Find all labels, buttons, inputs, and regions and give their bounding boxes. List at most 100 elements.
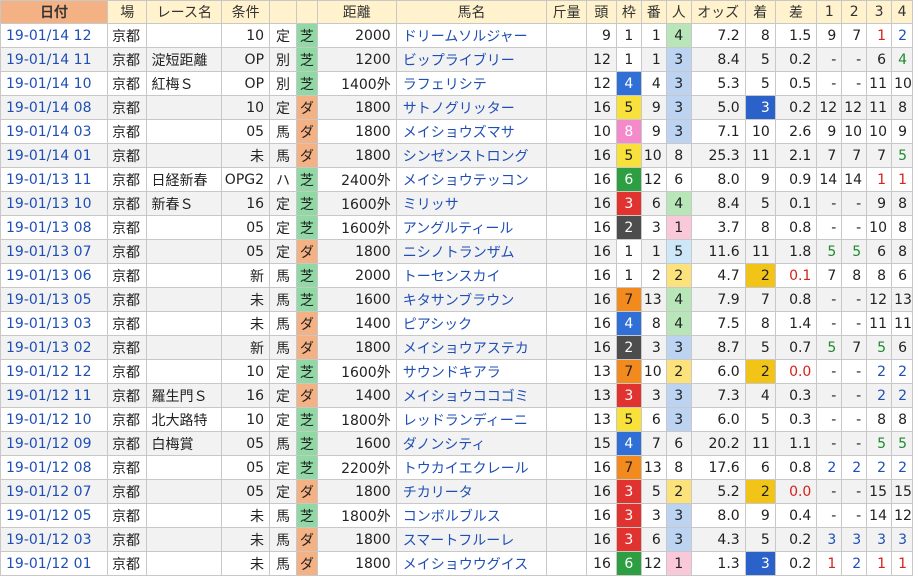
cell-diff: 0.2	[774, 47, 818, 72]
cell-race-name	[146, 287, 223, 312]
header-c1[interactable]: 1	[816, 0, 843, 24]
header-waku[interactable]: 枠	[615, 0, 642, 24]
cell-number: 1	[640, 47, 667, 72]
cell-date[interactable]: 19-01/13 10	[0, 191, 108, 216]
cell-finish: 5	[744, 527, 776, 552]
cell-horse-name[interactable]: シンゼンストロング	[395, 143, 548, 168]
cell-date[interactable]: 19-01/12 08	[0, 455, 108, 480]
cell-finish: 11	[744, 431, 776, 456]
cell-weight	[546, 143, 587, 168]
cell-heads: 16	[585, 215, 617, 240]
cell-number: 12	[640, 167, 667, 192]
header-race[interactable]: レース名	[146, 0, 223, 24]
cell-number: 3	[640, 383, 667, 408]
cell-horse-name[interactable]: トウカイエクレール	[395, 455, 548, 480]
header-kinryo[interactable]: 斤量	[546, 0, 587, 24]
cell-date[interactable]: 19-01/12 01	[0, 551, 108, 576]
header-diff[interactable]: 差	[774, 0, 818, 24]
cell-date[interactable]: 19-01/13 06	[0, 263, 108, 288]
cell-date[interactable]: 19-01/14 12	[0, 23, 108, 48]
cell-horse-name[interactable]: サウンドキアラ	[395, 359, 548, 384]
cell-condition: 未	[221, 503, 271, 528]
cell-corner-1: -	[816, 383, 843, 408]
cell-date[interactable]: 19-01/13 02	[0, 335, 108, 360]
cell-horse-name[interactable]: アングルティール	[395, 215, 548, 240]
cell-weight	[546, 479, 587, 504]
cell-date[interactable]: 19-01/12 03	[0, 527, 108, 552]
header-horse[interactable]: 馬名	[395, 0, 548, 24]
cell-horse-name[interactable]: ピアシック	[395, 311, 548, 336]
cell-date[interactable]: 19-01/12 07	[0, 479, 108, 504]
cell-date[interactable]: 19-01/13 08	[0, 215, 108, 240]
cell-odds: 25.3	[690, 143, 746, 168]
cell-date[interactable]: 19-01/13 11	[0, 167, 108, 192]
cell-corner-4: 6	[891, 335, 913, 360]
header-finish[interactable]: 着	[744, 0, 776, 24]
header-ban[interactable]: 番	[640, 0, 667, 24]
cell-horse-name[interactable]: ドリームソルジャー	[395, 23, 548, 48]
cell-horse-name[interactable]: レッドランディーニ	[395, 407, 548, 432]
cell-date[interactable]: 19-01/14 08	[0, 95, 108, 120]
cell-heads: 16	[585, 503, 617, 528]
cell-horse-name[interactable]: サトノグリッター	[395, 95, 548, 120]
header-c3[interactable]: 3	[866, 0, 893, 24]
cell-popularity: 5	[665, 239, 692, 264]
cell-distance: 2000	[316, 23, 397, 48]
cell-heads: 16	[585, 479, 617, 504]
header-c2[interactable]: 2	[841, 0, 868, 24]
cell-horse-name[interactable]: キタサンブラウン	[395, 287, 548, 312]
cell-date[interactable]: 19-01/13 05	[0, 287, 108, 312]
cell-weight	[546, 263, 587, 288]
cell-venue: 京都	[106, 215, 148, 240]
cell-horse-name[interactable]: メイショウアステカ	[395, 335, 548, 360]
cell-corner-2: -	[841, 407, 868, 432]
cell-race-type: 定	[269, 239, 298, 264]
cell-popularity: 3	[665, 95, 692, 120]
cell-horse-name[interactable]: トーセンスカイ	[395, 263, 548, 288]
cell-venue: 京都	[106, 95, 148, 120]
cell-date[interactable]: 19-01/13 07	[0, 239, 108, 264]
cell-corner-3: 1	[866, 167, 893, 192]
cell-date[interactable]: 19-01/12 10	[0, 407, 108, 432]
cell-horse-name[interactable]: ダノンシティ	[395, 431, 548, 456]
header-date[interactable]: 日付	[0, 0, 108, 24]
cell-heads: 16	[585, 551, 617, 576]
cell-horse-name[interactable]: ミリッサ	[395, 191, 548, 216]
cell-date[interactable]: 19-01/14 01	[0, 143, 108, 168]
cell-venue: 京都	[106, 431, 148, 456]
cell-finish: 6	[744, 455, 776, 480]
cell-horse-name[interactable]: ラフェリシテ	[395, 71, 548, 96]
cell-horse-name[interactable]: スマートフルーレ	[395, 527, 548, 552]
cell-horse-name[interactable]: ニシノトランザム	[395, 239, 548, 264]
cell-date[interactable]: 19-01/12 12	[0, 359, 108, 384]
cell-date[interactable]: 19-01/13 03	[0, 311, 108, 336]
cell-date[interactable]: 19-01/14 03	[0, 119, 108, 144]
cell-horse-name[interactable]: チカリータ	[395, 479, 548, 504]
cell-date[interactable]: 19-01/12 05	[0, 503, 108, 528]
cell-horse-name[interactable]: メイショウズマサ	[395, 119, 548, 144]
cell-horse-name[interactable]: メイショウテッコン	[395, 167, 548, 192]
header-cond[interactable]: 条件	[221, 0, 271, 24]
cell-date[interactable]: 19-01/12 11	[0, 383, 108, 408]
cell-waku: 4	[615, 311, 642, 336]
cell-date[interactable]: 19-01/12 09	[0, 431, 108, 456]
cell-condition: 10	[221, 23, 271, 48]
cell-horse-name[interactable]: ビップライブリー	[395, 47, 548, 72]
cell-odds: 1.3	[690, 551, 746, 576]
cell-odds: 8.4	[690, 47, 746, 72]
header-venue[interactable]: 場	[106, 0, 148, 24]
cell-date[interactable]: 19-01/14 10	[0, 71, 108, 96]
cell-finish: 9	[744, 503, 776, 528]
cell-date[interactable]: 19-01/14 11	[0, 47, 108, 72]
cell-horse-name[interactable]: メイショウココゴミ	[395, 383, 548, 408]
header-c4[interactable]: 4	[891, 0, 913, 24]
cell-horse-name[interactable]: コンボルブルス	[395, 503, 548, 528]
cell-waku: 7	[615, 359, 642, 384]
table-body: 19-01/14 12 京都 10 定芝 2000 ドリームソルジャー 9 1 1 4 7.2 8 1.…	[0, 23, 913, 576]
header-odds[interactable]: オッズ	[690, 0, 746, 24]
header-pop[interactable]: 人	[665, 0, 692, 24]
cell-horse-name[interactable]: メイショウウグイス	[395, 551, 548, 576]
header-dist[interactable]: 距離	[316, 0, 397, 24]
header-heads[interactable]: 頭	[585, 0, 617, 24]
cell-surface: ダ	[296, 527, 318, 552]
